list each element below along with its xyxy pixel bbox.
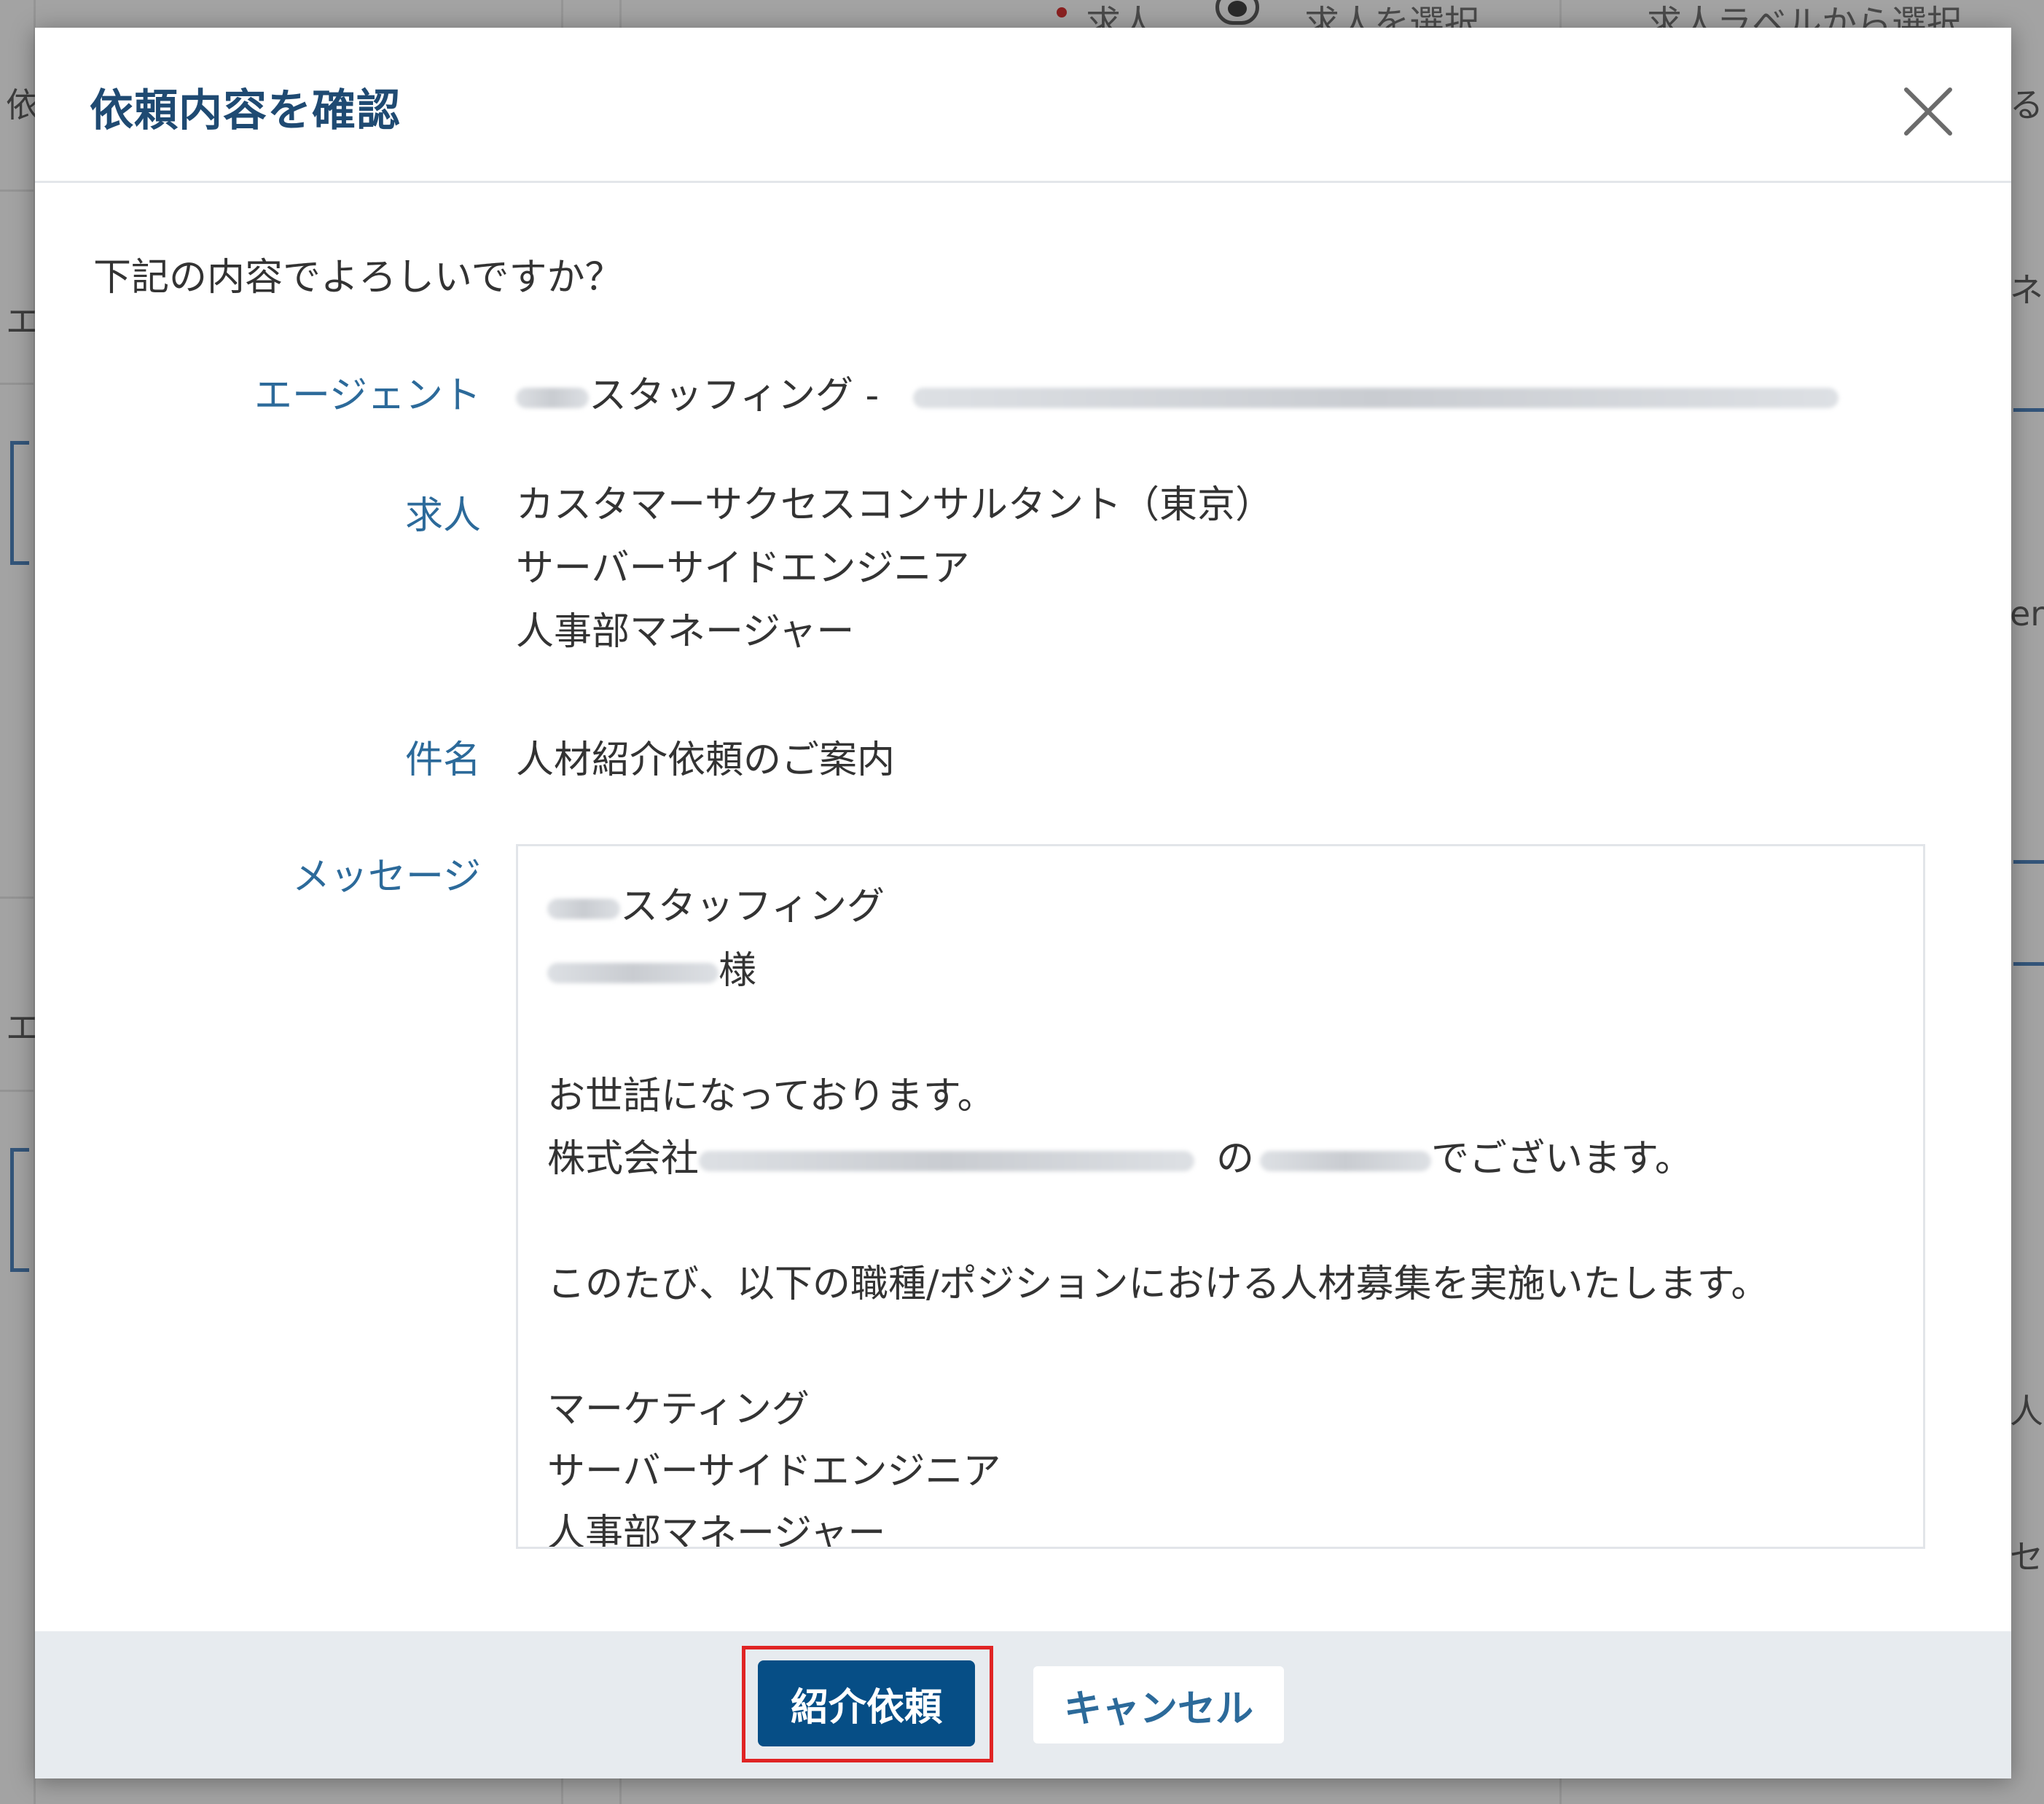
jobs-label: 求人 — [404, 494, 481, 538]
message-line: 人事部マネージャー — [547, 1512, 886, 1549]
jobs-list: カスタマーサクセスコンサルタント（東京） サーバーサイドエンジニア 人事部マネー… — [516, 474, 1273, 664]
job-item: 人事部マネージャー — [516, 610, 855, 654]
agent-label: エージェント — [254, 374, 481, 418]
dialog-header: 依頼内容を確認 — [35, 28, 2011, 183]
redacted-text — [547, 963, 718, 983]
cancel-button[interactable]: キャンセル — [1033, 1666, 1284, 1744]
background-card-edge — [2013, 962, 2044, 966]
request-introduction-button[interactable]: 紹介依頼 — [758, 1660, 975, 1746]
background-fragment: 人 — [2010, 1391, 2043, 1431]
subject-label: 件名 — [404, 738, 481, 782]
message-line: お世話になっております。 — [547, 1074, 995, 1118]
background-card-edge — [10, 441, 29, 565]
agent-value: スタッフィング - — [516, 364, 1839, 419]
redacted-text — [912, 388, 1839, 408]
background-fragment: ネ — [2010, 270, 2043, 310]
background-fragment: る — [2010, 85, 2043, 125]
message-line: 株式会社のでございます。 — [547, 1137, 1693, 1181]
redacted-text — [1260, 1151, 1432, 1171]
confirmation-question: 下記の内容でよろしいですか？ — [93, 256, 623, 300]
background-divider — [0, 897, 35, 899]
job-item: サーバーサイドエンジニア — [516, 547, 970, 590]
dialog-footer — [35, 1631, 2011, 1778]
background-card-edge — [2013, 860, 2044, 864]
message-label: メッセージ — [292, 855, 481, 899]
background-divider — [0, 190, 35, 192]
message-line: このたび、以下の職種/ポジションにおける人材募集を実施いたします。 — [547, 1262, 1769, 1306]
message-line: マーケティング — [547, 1388, 810, 1432]
background-card-edge — [10, 1148, 29, 1272]
radio-selected-icon[interactable] — [1215, 0, 1259, 25]
required-dot-icon — [1057, 7, 1067, 17]
message-line: スタッフィング — [547, 875, 885, 930]
message-line: サーバーサイドエンジニア — [547, 1450, 1001, 1493]
background-fragment: er — [2010, 594, 2044, 633]
message-line: 様 — [547, 940, 756, 994]
message-body[interactable]: スタッフィング 様 お世話になっております。 株式会社のでございます。 このたび… — [516, 844, 1925, 1549]
redacted-text — [547, 899, 620, 919]
redacted-text — [699, 1151, 1195, 1171]
subject-value: 人材紹介依頼のご案内 — [516, 738, 896, 782]
confirm-request-dialog: 依頼内容を確認 下記の内容でよろしいですか？ エージェント スタッフィング - … — [35, 28, 2011, 1778]
redacted-text — [516, 388, 589, 408]
agent-name: スタッフィング - — [589, 374, 880, 418]
dialog-title: 依頼内容を確認 — [90, 85, 401, 136]
background-divider — [0, 383, 35, 385]
background-fragment: セ — [2010, 1537, 2043, 1577]
close-icon[interactable] — [1895, 79, 1961, 144]
background-top-bar: 求人 求人を選択 求人ラベルから選択 — [0, 0, 2044, 44]
background-card-edge — [2013, 408, 2044, 412]
job-item: カスタマーサクセスコンサルタント（東京） — [516, 483, 1273, 527]
background-divider — [0, 1090, 35, 1092]
